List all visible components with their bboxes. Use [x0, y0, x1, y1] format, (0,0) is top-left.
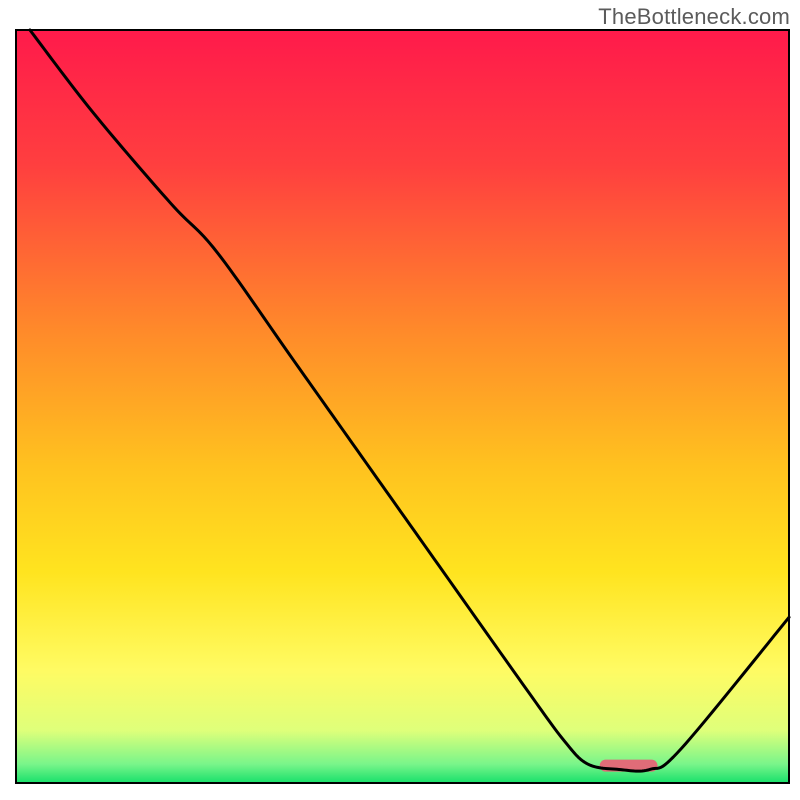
chart-container: TheBottleneck.com — [0, 0, 800, 800]
gradient-background — [16, 30, 789, 783]
bottleneck-chart — [0, 0, 800, 800]
